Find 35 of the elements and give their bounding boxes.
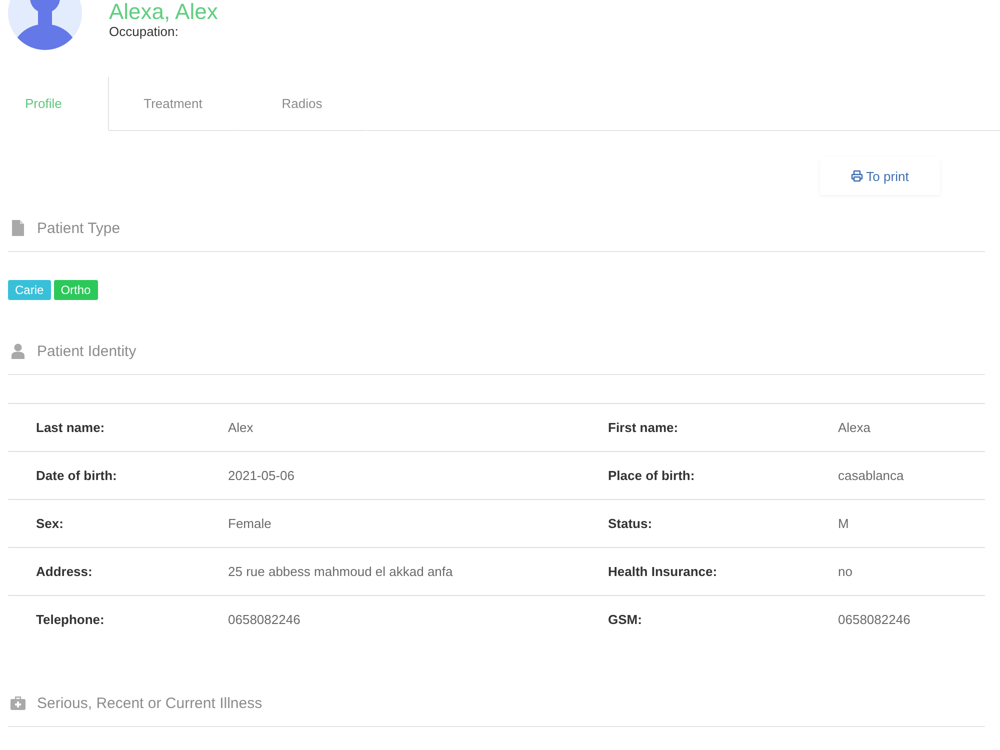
- field-label: Status:: [607, 516, 654, 531]
- tag: Carie: [8, 280, 51, 300]
- printer-icon: [851, 170, 864, 182]
- tab[interactable]: Profile: [0, 77, 109, 131]
- field-value: Alex: [227, 420, 254, 435]
- field-label: Telephone:: [35, 612, 106, 627]
- tab[interactable]: Radios: [238, 77, 367, 131]
- patient-name: Alexa, Alex: [109, 0, 218, 24]
- field-label: First name:: [607, 420, 680, 435]
- section-title: Patient Identity: [37, 342, 136, 360]
- tab[interactable]: Treatment: [109, 77, 238, 131]
- user-icon: [10, 343, 26, 359]
- field-value: casablanca: [837, 468, 905, 483]
- field-label: Place of birth:: [607, 468, 696, 483]
- section-title: Patient Type: [37, 220, 120, 236]
- field-label: GSM:: [607, 612, 643, 627]
- field-value: Female: [227, 516, 272, 531]
- tag: Ortho: [54, 280, 98, 300]
- field-value: 2021-05-06: [227, 468, 296, 483]
- field-label: Date of birth:: [35, 468, 118, 483]
- field-label: Health Insurance:: [607, 564, 718, 579]
- file-icon: [10, 220, 26, 236]
- field-value: 0658082246: [227, 612, 302, 627]
- field-value: 0658082246: [837, 612, 912, 627]
- field-value: Alexa: [837, 420, 872, 435]
- field-value: no: [837, 564, 854, 579]
- field-label: Sex:: [35, 516, 64, 531]
- field-value: 25 rue abbess mahmoud el akkad anfa: [227, 564, 454, 579]
- field-label: Address:: [35, 564, 94, 579]
- field-label: Last name:: [35, 420, 106, 435]
- print-button[interactable]: To print: [820, 157, 940, 195]
- medkit-icon: [10, 695, 26, 711]
- field-value: M: [837, 516, 850, 531]
- occupation-label: Occupation:: [109, 24, 180, 40]
- section-title: Serious, Recent or Current Illness: [37, 694, 262, 712]
